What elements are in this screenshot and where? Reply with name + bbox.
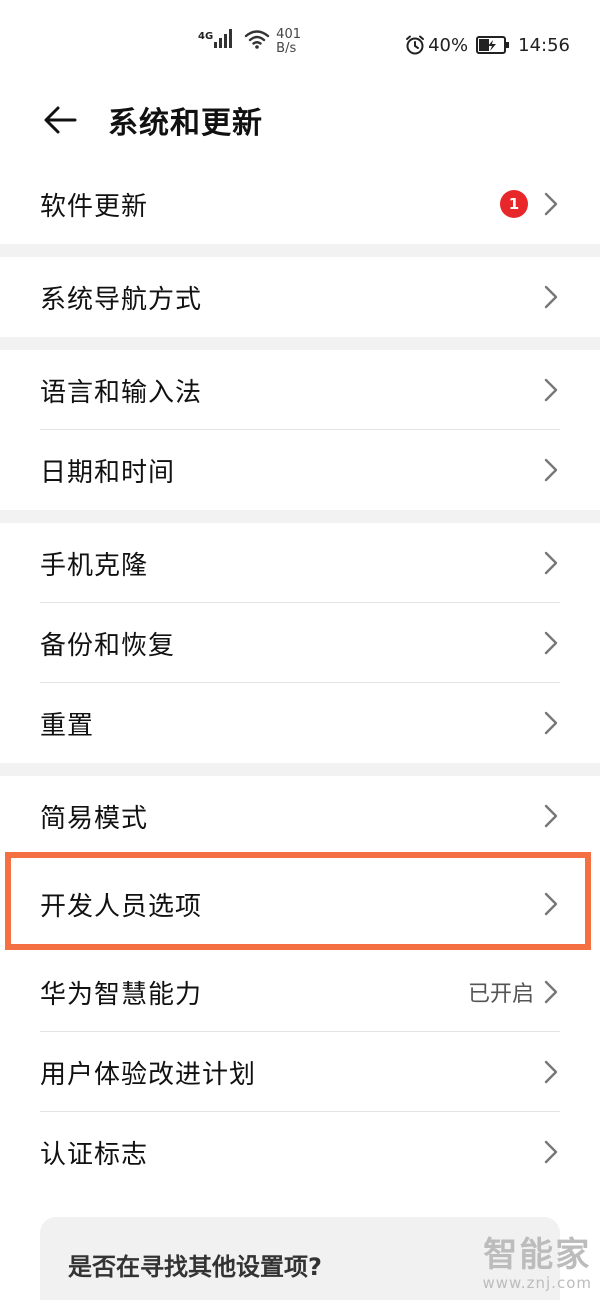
language-input-label: 语言和输入法 <box>40 377 203 408</box>
simple-mode-right <box>542 803 560 829</box>
date-time-right <box>542 457 560 483</box>
developer-options-right <box>542 891 560 917</box>
date-time-label: 日期和时间 <box>40 457 176 488</box>
watermark-logo: 智能家 <box>483 1235 592 1275</box>
settings-list: 软件更新 1 系统导航方式 语言和输入法 日期和时间 手机克隆 备份和恢复 重置… <box>0 164 600 1192</box>
network-type: 4G <box>198 31 214 42</box>
update-count-badge: 1 <box>500 190 528 218</box>
arrow-left-icon <box>44 106 77 134</box>
battery-charging-icon <box>476 36 510 54</box>
reset-right <box>542 710 560 736</box>
huawei-ai-right: 已开启 <box>468 976 560 1008</box>
language-input-item[interactable]: 语言和输入法 <box>0 350 600 430</box>
clock: 14:56 <box>518 34 570 56</box>
section-gap <box>0 763 600 776</box>
system-navigation-label: 系统导航方式 <box>40 284 203 315</box>
chevron-right-icon <box>544 285 558 309</box>
system-navigation-item[interactable]: 系统导航方式 <box>0 257 600 337</box>
network-speed: 401 B/s <box>276 28 301 56</box>
chevron-right-icon <box>544 458 558 482</box>
software-update-item[interactable]: 软件更新 1 <box>0 164 600 244</box>
alarm-icon <box>406 35 425 55</box>
section-gap <box>0 337 600 350</box>
suggestion-title: 是否在寻找其他设置项? <box>68 1253 322 1281</box>
backup-restore-label: 备份和恢复 <box>40 630 176 661</box>
chevron-right-icon <box>544 980 558 1004</box>
chevron-right-icon <box>544 192 558 216</box>
certification-item[interactable]: 认证标志 <box>0 1112 600 1192</box>
ux-improvement-right <box>542 1059 560 1085</box>
huawei-ai-label: 华为智慧能力 <box>40 979 203 1010</box>
developer-options-label: 开发人员选项 <box>40 891 203 922</box>
phone-clone-right <box>542 550 560 576</box>
wifi-icon <box>244 30 270 49</box>
certification-right <box>542 1139 560 1165</box>
chevron-right-icon <box>544 711 558 735</box>
app-header: 系统和更新 <box>0 80 600 160</box>
certification-label: 认证标志 <box>40 1139 149 1170</box>
software-update-label: 软件更新 <box>40 191 149 222</box>
date-time-item[interactable]: 日期和时间 <box>0 430 600 510</box>
simple-mode-item[interactable]: 简易模式 <box>0 776 600 856</box>
chevron-right-icon <box>544 1060 558 1084</box>
backup-restore-item[interactable]: 备份和恢复 <box>0 603 600 683</box>
developer-options-item[interactable]: 开发人员选项 <box>0 856 600 952</box>
speed-value: 401 <box>276 27 301 42</box>
signal-icon <box>214 28 234 48</box>
phone-clone-label: 手机克隆 <box>40 550 149 581</box>
status-bar: 4G 401 B/s 40% 14:56 <box>0 0 600 80</box>
chevron-right-icon <box>544 1140 558 1164</box>
simple-mode-label: 简易模式 <box>40 803 149 834</box>
battery-percent: 40% <box>428 34 469 56</box>
reset-item[interactable]: 重置 <box>0 683 600 763</box>
watermark-url: www.znj.com <box>482 1274 592 1292</box>
ux-improvement-item[interactable]: 用户体验改进计划 <box>0 1032 600 1112</box>
section-gap <box>0 244 600 257</box>
status-right: 40% 14:56 <box>404 32 570 58</box>
page-title: 系统和更新 <box>108 106 263 141</box>
section-gap <box>0 510 600 523</box>
backup-restore-right <box>542 630 560 656</box>
speed-unit: B/s <box>276 41 297 56</box>
chevron-right-icon <box>544 378 558 402</box>
chevron-right-icon <box>544 551 558 575</box>
settings-page: 4G 401 B/s 40% 14:56 系统和更新 软件更新 1 系统导航方式… <box>0 0 600 1300</box>
system-navigation-right <box>542 284 560 310</box>
software-update-right: 1 <box>500 190 560 218</box>
back-button[interactable] <box>40 100 80 140</box>
chevron-right-icon <box>544 892 558 916</box>
status-left: 4G 401 B/s <box>198 28 301 62</box>
huawei-ai-status: 已开启 <box>467 982 534 1007</box>
huawei-ai-item[interactable]: 华为智慧能力 已开启 <box>0 952 600 1032</box>
reset-label: 重置 <box>40 710 95 741</box>
watermark: 智能家 www.znj.com <box>482 1236 592 1292</box>
chevron-right-icon <box>544 631 558 655</box>
chevron-right-icon <box>544 804 558 828</box>
ux-improvement-label: 用户体验改进计划 <box>40 1059 257 1090</box>
phone-clone-item[interactable]: 手机克隆 <box>0 523 600 603</box>
language-input-right <box>542 377 560 403</box>
